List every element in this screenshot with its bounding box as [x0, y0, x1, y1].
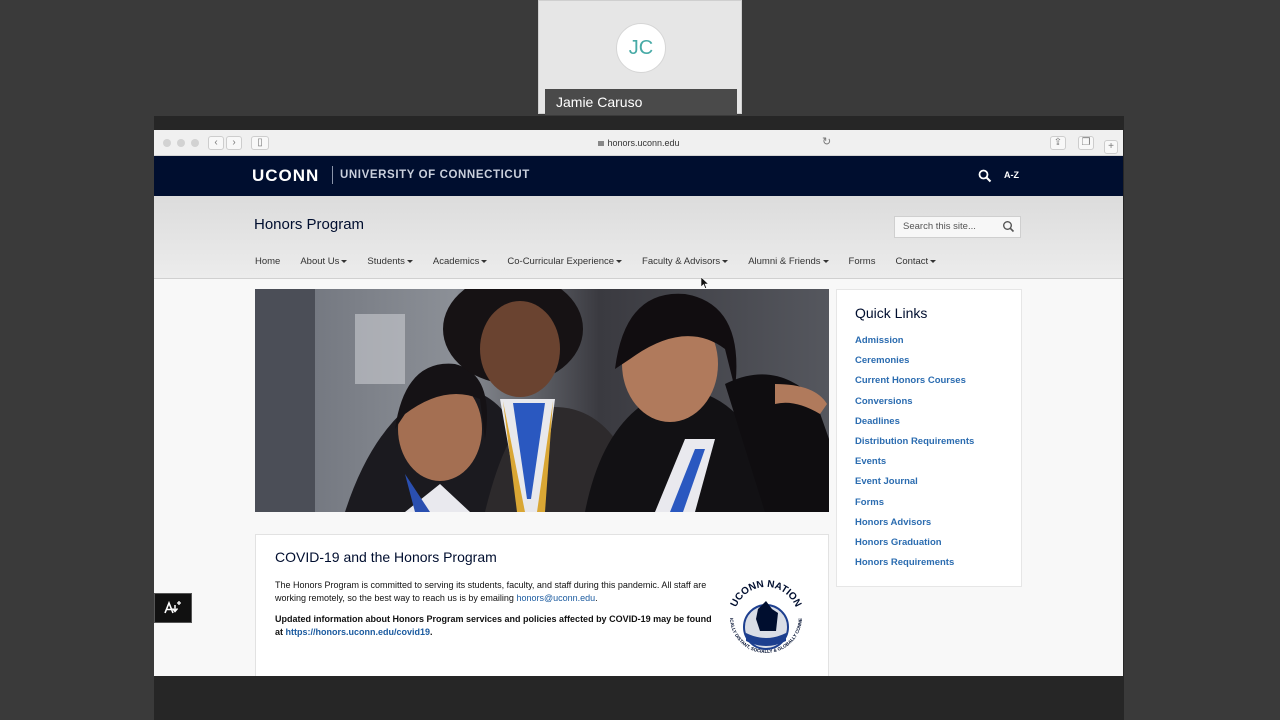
site-search-input[interactable]: Search this site... — [894, 216, 1021, 238]
new-tab-button[interactable]: + — [1104, 140, 1118, 154]
covid-paragraph-2: Updated information about Honors Program… — [275, 614, 712, 637]
page-content: COVID-19 and the Honors Program The Hono… — [154, 279, 1123, 676]
accessibility-button[interactable] — [154, 593, 192, 623]
uconn-header: UCONN UNIVERSITY OF CONNECTICUT A-Z — [154, 156, 1123, 196]
search-placeholder: Search this site... — [903, 221, 976, 232]
covid-paragraph-1: The Honors Program is committed to servi… — [275, 580, 707, 603]
logo-divider — [332, 166, 333, 184]
back-button[interactable]: ‹ — [208, 136, 224, 150]
lock-icon — [598, 141, 605, 146]
search-icon[interactable] — [1002, 220, 1016, 234]
quick-link-ceremonies[interactable]: Ceremonies — [855, 355, 974, 375]
chevron-down-icon — [341, 259, 348, 263]
az-index-link[interactable]: A-Z — [1004, 170, 1019, 180]
nav-contact[interactable]: Contact — [895, 256, 937, 267]
forward-button[interactable]: › — [226, 136, 242, 150]
chevron-down-icon — [481, 259, 488, 263]
nav-home[interactable]: Home — [255, 256, 280, 267]
mouse-cursor-icon — [701, 277, 709, 289]
participant-name: Jamie Caruso — [545, 89, 737, 115]
hero-photo[interactable] — [255, 289, 829, 512]
covid-info-link[interactable]: https://honors.uconn.edu/covid19 — [286, 627, 431, 637]
site-title[interactable]: Honors Program — [254, 216, 364, 233]
chevron-down-icon — [406, 259, 413, 263]
quick-links-title: Quick Links — [855, 305, 928, 321]
nav-academics[interactable]: Academics — [433, 256, 488, 267]
share-icon[interactable]: ⇪ — [1050, 136, 1066, 150]
browser-window: ‹ › ▯ honors.uconn.edu ↻ ⇪ ❐ + UCONN UNI… — [154, 130, 1123, 676]
quick-link-current-honors-courses[interactable]: Current Honors Courses — [855, 375, 974, 395]
nav-alumni-friends[interactable]: Alumni & Friends — [748, 256, 829, 267]
url-text: honors.uconn.edu — [607, 138, 680, 148]
search-icon[interactable] — [978, 169, 992, 183]
quick-link-conversions[interactable]: Conversions — [855, 396, 974, 416]
quick-link-event-journal[interactable]: Event Journal — [855, 476, 974, 496]
browser-toolbar: ‹ › ▯ honors.uconn.edu ↻ ⇪ ❐ + — [154, 130, 1123, 156]
covid-notice-card: COVID-19 and the Honors Program The Hono… — [255, 534, 829, 676]
quick-link-honors-graduation[interactable]: Honors Graduation — [855, 537, 974, 557]
quick-link-admission[interactable]: Admission — [855, 335, 974, 355]
chevron-down-icon — [722, 259, 729, 263]
nav-faculty-advisors[interactable]: Faculty & Advisors — [642, 256, 729, 267]
university-name[interactable]: UNIVERSITY OF CONNECTICUT — [340, 169, 530, 181]
window-close-button[interactable] — [163, 139, 171, 147]
chevron-down-icon — [822, 259, 829, 263]
quick-link-honors-requirements[interactable]: Honors Requirements — [855, 557, 974, 577]
quick-link-honors-advisors[interactable]: Honors Advisors — [855, 517, 974, 537]
main-nav: Home About Us Students Academics Co-Curr… — [255, 256, 956, 267]
participant-tile: JC Jamie Caruso — [538, 0, 742, 115]
chevron-down-icon — [616, 259, 623, 263]
nav-students[interactable]: Students — [367, 256, 413, 267]
covid-heading: COVID-19 and the Honors Program — [275, 549, 497, 565]
uconn-logo[interactable]: UCONN — [252, 166, 319, 186]
sidebar-icon[interactable]: ▯ — [251, 136, 269, 150]
window-minimize-button[interactable] — [177, 139, 185, 147]
chevron-down-icon — [930, 259, 937, 263]
nav-co-curricular[interactable]: Co-Curricular Experience — [507, 256, 623, 267]
reload-icon[interactable]: ↻ — [822, 135, 831, 148]
nav-about-us[interactable]: About Us — [300, 256, 348, 267]
nav-forms[interactable]: Forms — [849, 256, 876, 267]
text-size-icon — [164, 601, 181, 614]
honors-email-link[interactable]: honors@uconn.edu — [516, 593, 595, 603]
window-zoom-button[interactable] — [191, 139, 199, 147]
tabs-overview-icon[interactable]: ❐ — [1078, 136, 1094, 150]
participant-avatar: JC — [616, 23, 666, 73]
quick-link-events[interactable]: Events — [855, 456, 974, 476]
address-bar[interactable]: honors.uconn.edu — [440, 135, 838, 151]
quick-link-deadlines[interactable]: Deadlines — [855, 416, 974, 436]
quick-links-panel: Quick Links Admission Ceremonies Current… — [836, 289, 1022, 587]
site-header: Honors Program Search this site... Home … — [154, 196, 1123, 279]
uconn-nation-seal: UCONN NATION PHYSICALLY DISTANT, SOCIALL… — [720, 573, 803, 654]
quick-link-distribution-requirements[interactable]: Distribution Requirements — [855, 436, 974, 456]
quick-links-list: Admission Ceremonies Current Honors Cour… — [855, 335, 974, 577]
quick-link-forms[interactable]: Forms — [855, 497, 974, 517]
